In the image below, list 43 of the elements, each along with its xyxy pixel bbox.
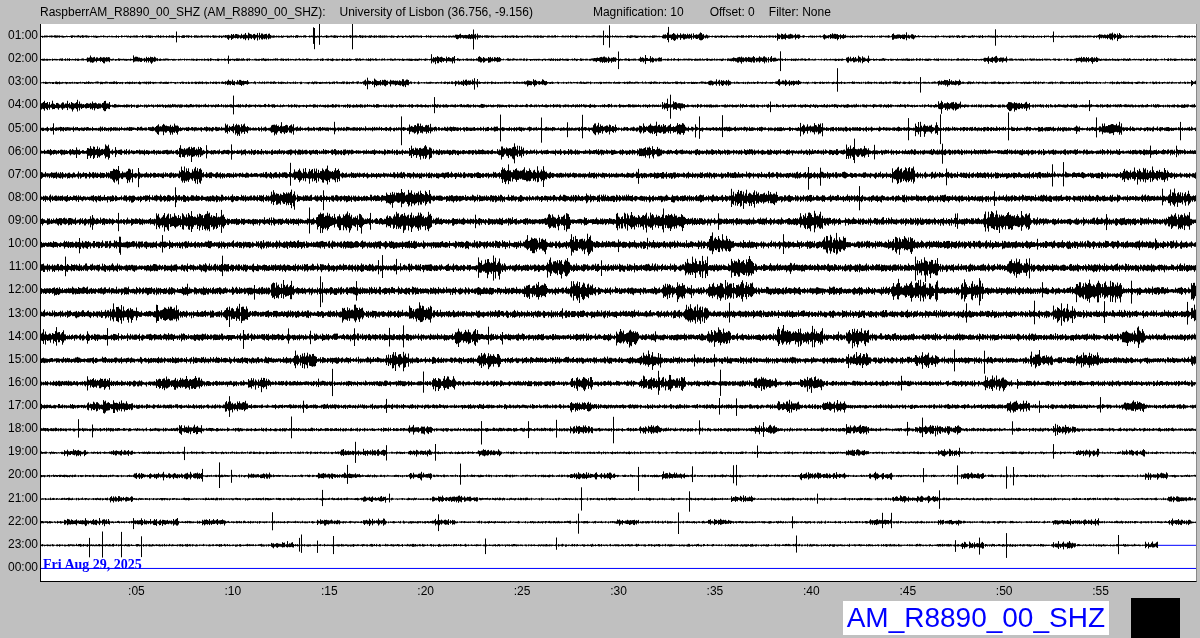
offset-label: Offset: 0 [709, 5, 755, 19]
hour-label: 03:00 [6, 73, 39, 91]
status-square [1131, 598, 1180, 638]
minute-tick-label: :40 [803, 584, 820, 598]
hour-label: 11:00 [7, 258, 39, 276]
hour-label: 20:00 [6, 466, 39, 484]
station-title: RaspberrAM_R8890_00_SHZ (AM_R8890_00_SHZ): [40, 5, 326, 19]
hour-label: 06:00 [6, 142, 39, 160]
location-label: University of Lisbon (36.756, -9.156) [339, 5, 533, 19]
hour-label: 12:00 [6, 281, 39, 299]
hour-label: 09:00 [6, 212, 39, 229]
minute-tick-label: :55 [1092, 584, 1109, 598]
minute-tick-label: :05 [128, 584, 145, 598]
hour-label: 23:00 [6, 535, 39, 553]
hour-label: 08:00 [6, 188, 39, 206]
magnification-label: Magnification: 10 [592, 5, 684, 19]
hour-label: 13:00 [6, 304, 39, 322]
hour-label: 05:00 [6, 119, 39, 137]
hour-label: 19:00 [6, 443, 39, 461]
hour-label: 22:00 [6, 512, 39, 530]
hour-label: 10:00 [6, 235, 39, 253]
hour-label: 01:00 [6, 27, 39, 44]
hour-label: 04:00 [6, 96, 39, 114]
hour-label: 17:00 [6, 397, 39, 414]
minute-tick-label: :20 [417, 584, 434, 598]
hour-label: 15:00 [6, 350, 39, 368]
minute-tick-label: :45 [899, 584, 917, 598]
hour-label: 14:00 [6, 327, 39, 345]
hour-label: 21:00 [6, 489, 39, 507]
hour-label: 00:00 [6, 558, 39, 576]
hour-label: 02:00 [6, 50, 39, 68]
filter-label: Filter: None [768, 5, 831, 19]
hour-label: 16:00 [6, 373, 39, 391]
minute-tick-label: :10 [224, 584, 242, 598]
time-line [1157, 544, 1196, 546]
station-label: AM_R8890_00_SHZ [842, 601, 1109, 635]
minute-tick-label: :50 [995, 584, 1013, 598]
hour-label: 07:00 [6, 165, 39, 183]
minute-tick-label: :25 [513, 584, 531, 598]
minute-tick-label: :15 [320, 584, 338, 598]
hour-label: 18:00 [6, 420, 39, 438]
minute-tick-label: :35 [706, 584, 724, 598]
minute-tick-label: :30 [610, 584, 627, 598]
